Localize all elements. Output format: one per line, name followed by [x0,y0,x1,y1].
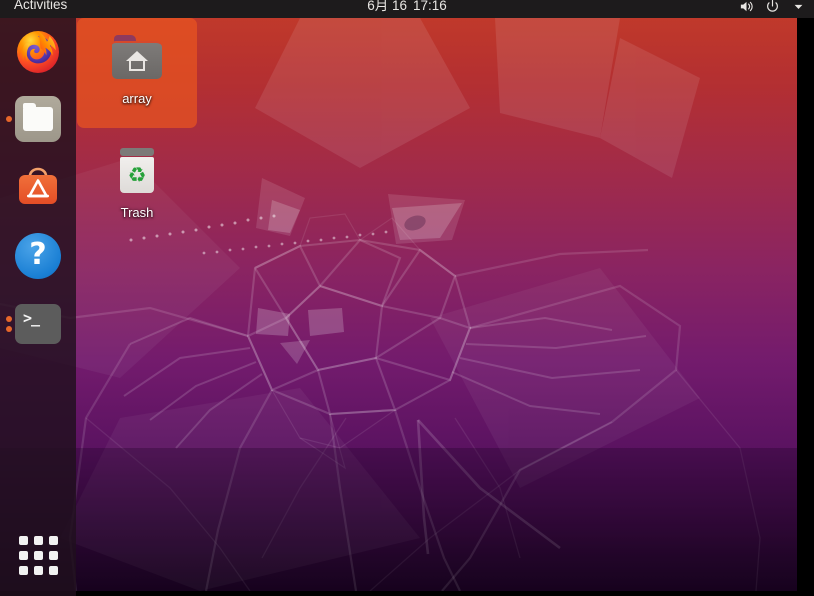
desktop-icon-array-label: array [122,91,152,106]
terminal-running-indicator [6,316,12,332]
trash-icon: ♻ [77,140,197,202]
power-icon[interactable] [764,0,780,15]
desktop-icon-array[interactable]: array [77,18,197,128]
firefox-icon [14,27,62,75]
system-status-area[interactable] [738,0,806,18]
top-bar: Activities 6月 16 17:16 [0,0,814,18]
apps-grid-icon [18,535,58,575]
terminal-prompt-glyph: >_ [23,309,40,327]
dock-item-firefox[interactable] [0,18,76,84]
dock-item-files[interactable] [0,84,76,154]
dock-item-help[interactable]: ? [0,222,76,290]
dock-app-list: ? >_ [0,18,76,358]
clock-time: 17:16 [412,0,447,13]
ubuntu-software-icon [14,164,62,212]
chevron-down-icon[interactable] [790,0,806,15]
desktop-icon-layer: array ♻ Trash [76,18,797,596]
desktop-icon-trash-label: Trash [120,205,154,220]
help-question-glyph: ? [15,233,61,279]
clock-button[interactable]: 6月 16 17:16 [0,0,814,18]
desktop-screen: array ♻ Trash ? >_ Activities 6月 16 17:1… [0,0,814,596]
dock-item-terminal[interactable]: >_ [0,290,76,358]
dock-item-ubuntu-software[interactable] [0,154,76,222]
clock-date: 6月 16 [367,0,407,13]
terminal-icon: >_ [14,300,62,348]
volume-icon[interactable] [738,0,754,15]
files-running-indicator [6,116,12,122]
home-folder-icon [77,26,197,88]
dock: ? >_ [0,18,76,596]
help-icon: ? [14,232,62,280]
files-icon [14,95,62,143]
desktop-icon-trash[interactable]: ♻ Trash [77,132,197,220]
show-applications-button[interactable] [0,524,76,586]
